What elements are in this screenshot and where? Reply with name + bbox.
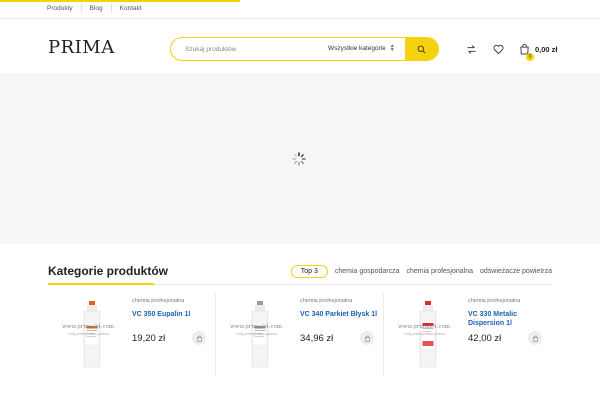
product-price: 19,20 zł	[132, 333, 166, 344]
watermark: www.prima24.com	[230, 324, 282, 330]
cart-button[interactable]: 0 0,00 zł	[519, 39, 558, 61]
top-bar: Produkty Blog Kontakt	[0, 0, 600, 19]
watermark-tagline: Twoj profesjonalny partner	[404, 332, 446, 336]
compare-icon	[467, 44, 476, 54]
add-to-cart-icon	[364, 335, 370, 342]
product-price: 42,00 zł	[468, 333, 502, 344]
watermark-tagline: Twoj profesjonalny partner	[236, 332, 278, 336]
cart-icon-wrap: 0	[519, 42, 534, 61]
tab-chemia-gospodarcza[interactable]: chemia gospodarcza	[335, 268, 400, 275]
category-tabs: Top 3 chemia gospodarcza chemia profesjo…	[284, 265, 552, 278]
search-bar: Wszystkie kategorie ▲▼	[170, 37, 439, 61]
add-to-cart-button[interactable]	[360, 331, 374, 345]
section-title-underline	[48, 283, 154, 285]
search-input[interactable]	[171, 38, 321, 60]
add-to-cart-button[interactable]	[528, 331, 542, 345]
site-header: PRIMA Wszystkie kategorie ▲▼ 0	[0, 19, 600, 73]
category-select[interactable]: Wszystkie kategorie ▲ ▼	[328, 43, 395, 53]
site-logo[interactable]: PRIMA	[48, 37, 115, 58]
nav-divider	[110, 4, 112, 12]
cart-total: 0,00 zł	[535, 44, 558, 54]
product-category[interactable]: chemia profesjonalna	[132, 298, 184, 304]
top-nav: Produkty Blog Kontakt	[47, 4, 142, 12]
select-arrows-icon: ▲ ▼	[389, 43, 395, 53]
nav-link-blog[interactable]: Blog	[90, 5, 103, 12]
tab-top-3[interactable]: Top 3	[290, 265, 328, 278]
product-list: www.prima24.com Twoj profesjonalny partn…	[48, 293, 553, 375]
product-price: 34,96 zł	[300, 333, 334, 344]
nav-link-produkty[interactable]: Produkty	[47, 5, 73, 12]
product-category[interactable]: chemia profesjonalna	[468, 298, 520, 304]
add-to-cart-button[interactable]	[192, 331, 206, 345]
compare-button[interactable]	[466, 39, 477, 59]
tab-odswiezacze-powietrza[interactable]: odświeżacze powietrza	[480, 268, 552, 275]
product-name[interactable]: VC 350 Eupalin 1l	[132, 310, 210, 319]
tab-chemia-profesjonalna[interactable]: chemia profesjonalna	[406, 268, 473, 275]
product-card[interactable]: www.prima24.com Twoj profesjonalny partn…	[216, 293, 384, 375]
wishlist-button[interactable]	[493, 39, 504, 59]
nav-divider	[80, 4, 82, 12]
cart-count-badge: 0	[526, 53, 534, 61]
add-to-cart-icon	[196, 335, 202, 342]
watermark-tagline: Twoj profesjonalny partner	[68, 332, 110, 336]
product-name[interactable]: VC 330 Metalic Dispersion 1l	[468, 310, 546, 328]
nav-link-kontakt[interactable]: Kontakt	[120, 5, 142, 12]
product-card[interactable]: www.prima24.com Twoj profesjonalny partn…	[48, 293, 216, 375]
section-title: Kategorie produktów	[48, 264, 169, 278]
add-to-cart-icon	[532, 335, 538, 342]
watermark: www.prima24.com	[398, 324, 450, 330]
product-name[interactable]: VC 340 Parkiet Błysk 1l	[300, 310, 378, 319]
search-icon	[417, 45, 426, 53]
watermark: www.prima24.com	[62, 324, 114, 330]
product-card[interactable]: www.prima24.com Twoj profesjonalny partn…	[384, 293, 552, 375]
heart-icon	[493, 44, 504, 54]
search-button[interactable]	[405, 38, 438, 60]
top-bar-accent	[0, 0, 240, 2]
category-select-value: Wszystkie kategorie	[328, 44, 386, 52]
product-category[interactable]: chemia profesjonalna	[300, 298, 352, 304]
loading-spinner	[292, 152, 306, 166]
